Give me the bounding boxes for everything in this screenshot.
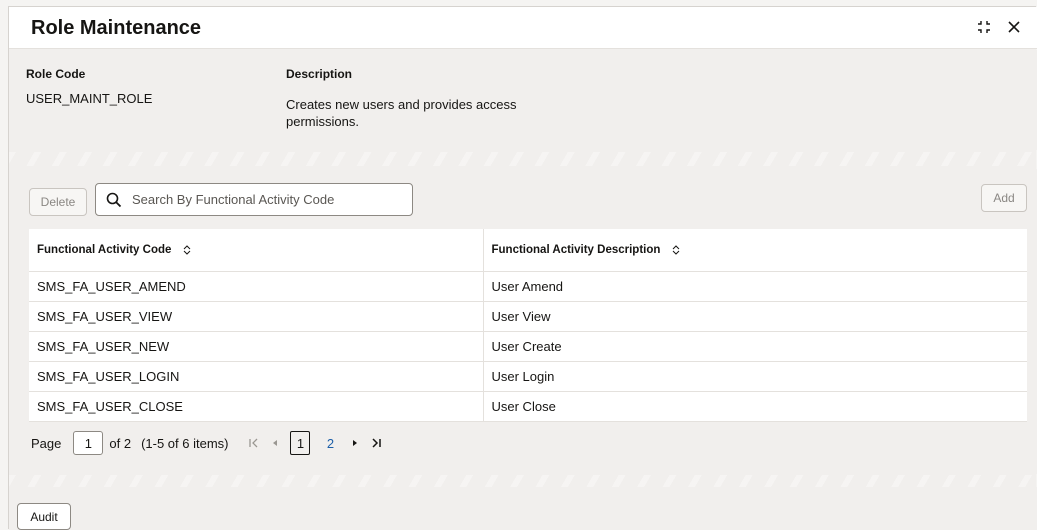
pagination: Page of 2 (1-5 of 6 items) 1 2 [31,430,382,456]
activity-description-cell: User Create [482,331,1027,362]
page-title: Role Maintenance [31,17,202,39]
activities-section: Delete Add Functional Activity Code [9,169,1037,474]
sort-icon[interactable] [183,245,191,255]
table-row[interactable]: SMS_FA_USER_NEW User Create [29,331,1027,362]
role-code-label: Role Code [26,67,86,81]
footer-panel: Audit [9,487,1037,530]
activity-description-cell: User Close [482,391,1027,422]
delete-button[interactable]: Delete [29,188,87,216]
description-value-line2: permissions. [286,114,359,129]
audit-button[interactable]: Audit [17,503,71,530]
role-maintenance-window: Role Maintenance Role Code USER_MAINT_RO… [8,6,1037,530]
table-header-row: Functional Activity Code Functional Acti… [29,229,1027,272]
sort-icon[interactable] [672,245,680,255]
column-header-code[interactable]: Functional Activity Code [29,229,483,272]
search-icon [106,192,122,207]
role-code-value: USER_MAINT_ROLE [26,91,153,106]
table-row[interactable]: SMS_FA_USER_VIEW User View [29,301,1027,332]
search-input[interactable] [132,192,402,207]
column-header-description-label: Functional Activity Description [491,243,661,256]
activity-description-cell: User Amend [482,271,1027,302]
items-range-label: (1-5 of 6 items) [141,435,229,451]
previous-page-icon[interactable] [270,437,280,449]
activity-code-cell: SMS_FA_USER_LOGIN [29,361,483,392]
add-button[interactable]: Add [981,184,1027,212]
close-icon[interactable] [1005,18,1023,36]
table-row[interactable]: SMS_FA_USER_LOGIN User Login [29,361,1027,392]
minimize-icon[interactable] [975,18,993,36]
activity-description-cell: User Login [482,361,1027,392]
last-page-icon[interactable] [370,437,382,449]
activity-code-cell: SMS_FA_USER_AMEND [29,271,483,302]
page-navigation: 1 2 [242,431,382,455]
table-row[interactable]: SMS_FA_USER_CLOSE User Close [29,391,1027,422]
window-controls [975,18,1023,36]
activity-code-cell: SMS_FA_USER_NEW [29,331,483,362]
page-number-input[interactable] [73,431,104,455]
decorative-divider [9,152,1037,166]
first-page-icon[interactable] [248,437,260,449]
search-field[interactable] [95,183,413,216]
activity-code-cell: SMS_FA_USER_CLOSE [29,391,483,422]
role-header-panel: Role Code USER_MAINT_ROLE Description Cr… [9,50,1037,150]
column-header-description[interactable]: Functional Activity Description [482,229,1027,272]
description-label: Description [286,67,353,81]
page-2-button[interactable]: 2 [320,431,340,455]
page-label: Page [31,435,62,451]
next-page-icon[interactable] [350,437,360,449]
page-count-label: of 2 [109,435,132,451]
description-value-line1: Creates new users and provides access [286,97,517,112]
activities-table: Functional Activity Code Functional Acti… [29,229,1027,422]
activity-code-cell: SMS_FA_USER_VIEW [29,301,483,332]
title-bar: Role Maintenance [9,7,1037,49]
table-row[interactable]: SMS_FA_USER_AMEND User Amend [29,271,1027,302]
page-1-button[interactable]: 1 [290,431,311,455]
activity-description-cell: User View [482,301,1027,332]
column-header-code-label: Functional Activity Code [37,243,172,256]
